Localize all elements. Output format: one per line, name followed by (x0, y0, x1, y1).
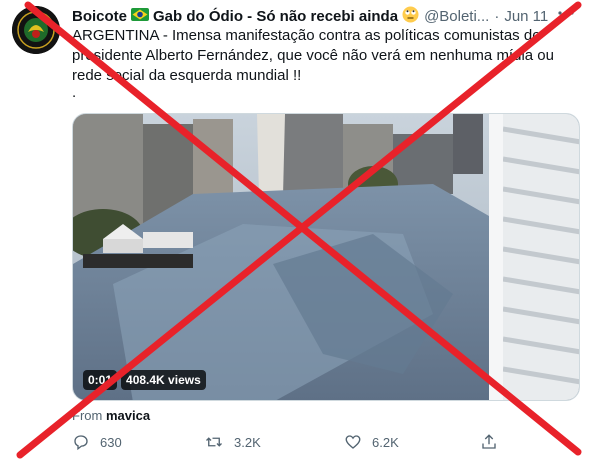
like-button[interactable]: 6.2K (344, 433, 399, 451)
handle[interactable]: @Boleti... (424, 8, 489, 25)
source-prefix: From (72, 408, 103, 423)
source-attribution: From mavica (72, 408, 150, 423)
share-button[interactable] (480, 433, 508, 451)
brazil-flag-icon (131, 7, 150, 25)
display-name[interactable]: Boicote (72, 8, 127, 25)
video-timestamp: 0:01 (83, 370, 118, 390)
tweet-date[interactable]: Jun 11 (504, 8, 548, 25)
reply-icon (74, 435, 88, 451)
separator-dot: · (494, 7, 500, 25)
tweet-text: ARGENTINA - Imensa manifestação contra a… (72, 27, 554, 84)
tweet-header: Boicote Gab do Ódio - Só não recebi aind… (72, 6, 575, 26)
tweet-actions: 630 3.2K 6.2K (72, 433, 512, 457)
crowd-video-thumbnail (73, 114, 579, 400)
video-views: 408.4K views (121, 370, 206, 390)
avatar[interactable] (12, 6, 60, 54)
reply-count: 630 (100, 434, 122, 450)
like-count: 6.2K (372, 434, 399, 450)
rolling-eyes-emoji-icon (402, 6, 419, 27)
video-player[interactable]: 0:01 408.4K views (72, 113, 580, 401)
more-icon[interactable] (557, 4, 575, 27)
display-name-rest[interactable]: Gab do Ódio - Só não recebi ainda (153, 8, 398, 25)
retweet-icon (206, 437, 222, 447)
heart-icon (345, 435, 361, 449)
retweet-count: 3.2K (234, 434, 261, 450)
reply-button[interactable]: 630 (72, 433, 122, 451)
avatar-emblem-icon (12, 6, 60, 54)
source-name[interactable]: mavica (106, 408, 150, 423)
retweet-button[interactable]: 3.2K (204, 433, 261, 451)
share-icon (482, 434, 496, 449)
tweet-text-trailing: . (72, 84, 77, 101)
